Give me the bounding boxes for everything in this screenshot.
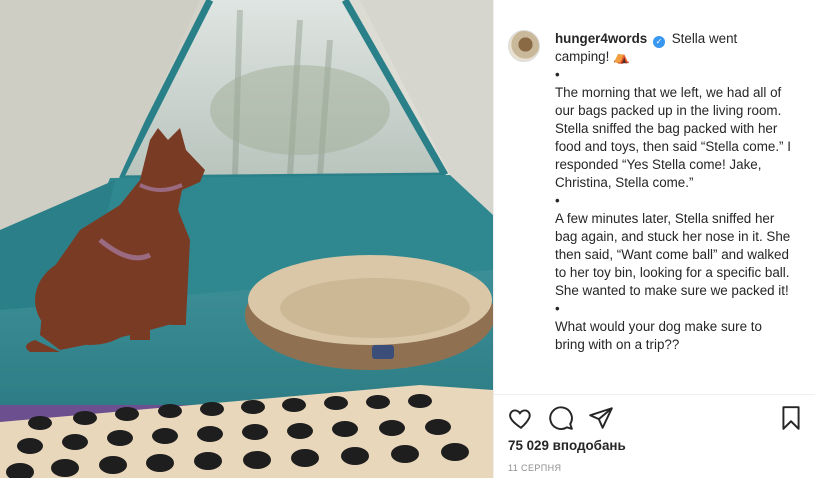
likes-count[interactable]: 75 029 вподобань — [508, 438, 626, 453]
caption-paragraph-2: A few minutes later, Stella sniffed her … — [555, 211, 791, 298]
comment-icon[interactable] — [548, 405, 574, 431]
avatar[interactable] — [508, 30, 540, 62]
post-image[interactable] — [0, 0, 493, 478]
paper-plane-icon[interactable] — [588, 405, 614, 431]
caption-paragraph-3: What would your dog make sure to bring w… — [555, 319, 762, 352]
caption-bullet-1: • — [555, 67, 560, 82]
verified-badge-icon: ✓ — [653, 36, 665, 48]
heart-icon[interactable] — [508, 405, 534, 431]
post-sidebar: hunger4words ✓ Stella went camping! ⛺ • … — [493, 0, 815, 478]
caption-bullet-3: • — [555, 301, 560, 316]
post-caption: hunger4words ✓ Stella went camping! ⛺ • … — [508, 30, 803, 354]
username-link[interactable]: hunger4words — [555, 31, 647, 46]
caption-paragraph-1: The morning that we left, we had all of … — [555, 85, 791, 190]
action-bar — [494, 394, 815, 441]
caption-bullet-2: • — [555, 193, 560, 208]
bookmark-icon[interactable] — [778, 405, 804, 431]
caption-text: hunger4words ✓ Stella went camping! ⛺ • … — [555, 30, 791, 354]
instagram-post: hunger4words ✓ Stella went camping! ⛺ • … — [0, 0, 815, 478]
post-photo-illustration — [0, 0, 493, 478]
post-date[interactable]: 11 СЕРПНЯ — [508, 463, 561, 473]
